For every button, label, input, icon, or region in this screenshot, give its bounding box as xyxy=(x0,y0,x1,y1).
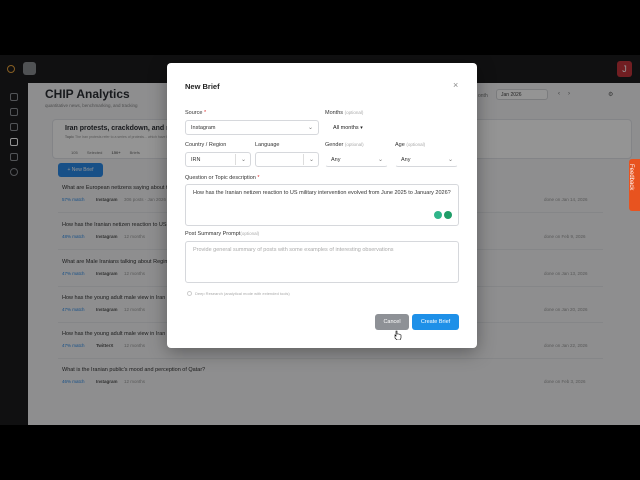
chevron-down-icon: ⌄ xyxy=(309,157,315,163)
assistant-icon[interactable] xyxy=(444,211,452,219)
language-label: Language xyxy=(255,142,280,148)
cancel-button[interactable]: Cancel xyxy=(375,314,409,330)
question-textarea[interactable]: How has the Iranian netizen reaction to … xyxy=(185,184,459,226)
divider xyxy=(303,154,304,165)
gender-select[interactable]: Any ⌄ xyxy=(325,152,388,167)
age-select[interactable]: Any ⌄ xyxy=(395,152,458,167)
mouse-cursor-icon xyxy=(394,330,402,340)
summary-placeholder: Provide general summary of posts with so… xyxy=(193,247,394,253)
question-label: Question or Topic description * xyxy=(185,175,260,181)
gender-label: Gender (optional) xyxy=(325,142,364,148)
summary-label: Post Summary Prompt(optional) xyxy=(185,231,260,237)
new-brief-dialog: New Brief × Source * Instagram ⌄ Months … xyxy=(167,63,477,348)
country-label: Country / Region xyxy=(185,142,227,148)
grammar-icon[interactable] xyxy=(434,211,442,219)
months-select[interactable]: All months ▾ xyxy=(333,125,363,131)
language-select[interactable]: ⌄ xyxy=(255,152,319,167)
dialog-title: New Brief xyxy=(185,82,220,91)
screen: J CHIP Analytics quantitative news, benc… xyxy=(0,0,640,480)
country-select[interactable]: IRN ⌄ xyxy=(185,152,251,167)
create-brief-button[interactable]: Create Brief xyxy=(412,314,459,330)
months-label: Months (optional) xyxy=(325,110,364,116)
summary-textarea[interactable]: Provide general summary of posts with so… xyxy=(185,241,459,283)
chevron-down-icon: ⌄ xyxy=(378,157,384,163)
source-select[interactable]: Instagram ⌄ xyxy=(185,120,319,135)
chevron-down-icon: ⌄ xyxy=(308,125,314,131)
question-text: How has the Iranian netizen reaction to … xyxy=(193,190,451,196)
source-label: Source * xyxy=(185,110,207,116)
age-label: Age (optional) xyxy=(395,142,426,148)
close-icon[interactable]: × xyxy=(453,80,458,90)
chevron-down-icon: ⌄ xyxy=(241,157,247,163)
feedback-label[interactable]: Feedback xyxy=(628,164,634,190)
deep-research-toggle[interactable] xyxy=(187,291,192,296)
deep-research-label: Deep Research (analytical mode with exte… xyxy=(195,291,290,296)
divider xyxy=(235,154,236,165)
chevron-down-icon: ⌄ xyxy=(448,157,454,163)
